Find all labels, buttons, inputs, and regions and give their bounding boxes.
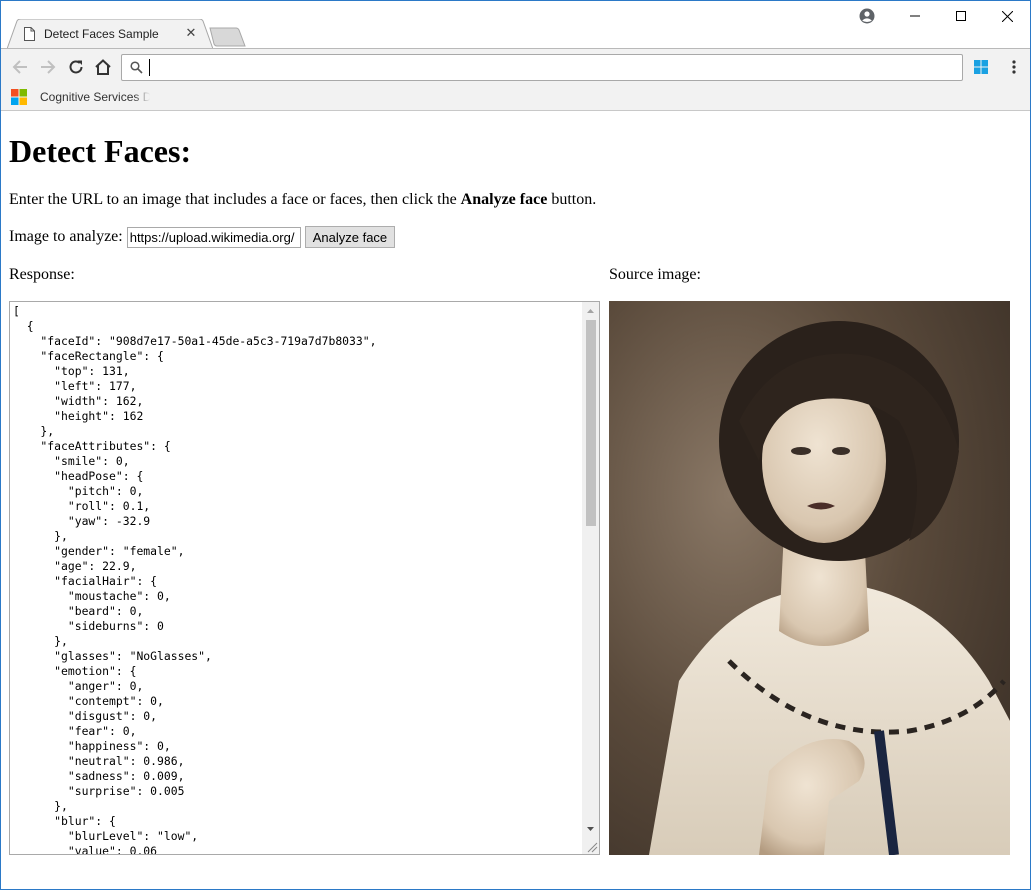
response-textarea[interactable]: [ { "faceId": "908d7e17-50a1-45de-a5c3-7… (9, 301, 600, 855)
response-label: Response: (9, 266, 75, 283)
source-image-label: Source image: (609, 266, 701, 283)
maximize-button[interactable] (938, 1, 984, 31)
response-json: [ { "faceId": "908d7e17-50a1-45de-a5c3-7… (13, 304, 377, 855)
scroll-up-button[interactable] (582, 302, 599, 319)
scroll-up-arrow-icon (587, 308, 594, 313)
forward-button[interactable] (38, 57, 58, 77)
microsoft-logo-icon (11, 89, 27, 105)
analyze-row: Image to analyze: Analyze face (9, 226, 396, 248)
new-tab-button[interactable] (209, 27, 247, 47)
address-input[interactable] (148, 58, 948, 77)
source-image (609, 301, 1010, 855)
scroll-down-arrow-icon (587, 826, 594, 831)
back-button[interactable] (10, 57, 30, 77)
analyze-label: Image to analyze: (9, 228, 123, 245)
minimize-button[interactable] (892, 1, 938, 31)
scrollbar[interactable] (582, 302, 599, 854)
page-icon (24, 27, 35, 41)
search-icon (130, 61, 143, 74)
browser-window: Detect Faces Sample ✕ Cognitive Services… (0, 0, 1031, 890)
resize-grip-icon[interactable] (584, 839, 598, 853)
reload-button[interactable] (66, 57, 86, 77)
intro-after: button. (547, 191, 597, 208)
reload-icon (69, 60, 83, 74)
scrollbar-thumb[interactable] (586, 320, 596, 526)
intro-bold: Analyze face (460, 191, 548, 208)
minimize-icon (910, 15, 920, 17)
profile-icon[interactable] (859, 8, 875, 24)
page-title: Detect Faces: (9, 133, 192, 169)
close-icon (1001, 10, 1013, 22)
scroll-down-button[interactable] (582, 820, 599, 837)
kebab-menu-icon (1012, 60, 1016, 74)
tab-strip: Detect Faces Sample ✕ (1, 1, 1030, 49)
windows-logo-icon (974, 60, 988, 74)
menu-button[interactable] (1004, 57, 1024, 77)
tab-title: Detect Faces Sample (44, 27, 159, 41)
address-bar[interactable] (121, 54, 963, 81)
close-window-button[interactable] (984, 1, 1030, 31)
forward-arrow-icon (41, 60, 56, 74)
home-button[interactable] (93, 57, 113, 77)
home-icon (95, 59, 111, 75)
intro-before: Enter the URL to an image that includes … (9, 191, 461, 208)
portrait-photo (609, 301, 1010, 855)
browser-toolbar (1, 48, 1030, 84)
page-content: Detect Faces: Enter the URL to an image … (1, 111, 1030, 889)
analyze-face-button[interactable]: Analyze face (304, 226, 396, 248)
image-url-input[interactable] (126, 226, 301, 248)
close-tab-icon[interactable]: ✕ (183, 25, 199, 41)
text-caret (149, 59, 150, 76)
maximize-icon (956, 11, 966, 21)
back-arrow-icon (12, 60, 27, 74)
bookmark-label: Cognitive Services Demo (40, 90, 150, 104)
bookmark-cognitive-services[interactable]: Cognitive Services Demo (11, 87, 151, 107)
bookmarks-bar: Cognitive Services Demo (1, 84, 1030, 111)
windows-extension-button[interactable] (971, 57, 991, 77)
intro-text: Enter the URL to an image that includes … (9, 191, 596, 209)
